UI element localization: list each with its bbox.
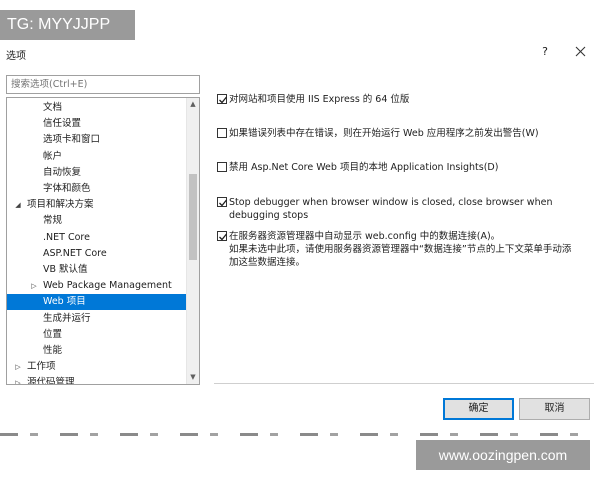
tree-item[interactable]: .NET Core — [7, 230, 187, 246]
tree-item-label: 生成并运行 — [43, 312, 91, 324]
expanded-arrow-icon[interactable]: ◢ — [13, 197, 23, 213]
ok-button[interactable]: 确定 — [443, 398, 514, 420]
option-label: Stop debugger when browser window is clo… — [229, 197, 553, 208]
tree-item[interactable]: 文档 — [7, 100, 187, 116]
checkbox-stop-debugger[interactable] — [217, 197, 228, 207]
option-label: 如果错误列表中存在错误，则在开始运行 Web 应用程序之前发出警告(W) — [229, 128, 539, 139]
tree-item[interactable]: ▷ 源代码管理 — [7, 375, 187, 384]
tree-item[interactable]: Web 项目 — [7, 294, 187, 311]
tree-item-label: Web Package Management — [43, 280, 172, 292]
tree-item[interactable]: ▷ 工作项 — [7, 359, 187, 375]
tree-item-label: .NET Core — [43, 231, 90, 243]
tree-item-label: Web 项目 — [43, 296, 86, 308]
tree-item-label: 帐户 — [43, 150, 63, 162]
footer-divider — [214, 383, 594, 384]
tree-item-label: VB 默认值 — [43, 264, 88, 275]
tree-item[interactable]: 信任设置 — [7, 116, 187, 132]
tree-item-label: 常规 — [43, 215, 63, 227]
tree-item-label: 自动恢复 — [43, 166, 82, 178]
checkbox-iis-express-64[interactable] — [217, 94, 228, 104]
checkmark-icon — [219, 233, 228, 241]
dialog-title: 选项 — [6, 51, 26, 62]
tree-item[interactable]: 位置 — [7, 327, 187, 343]
tree-item[interactable]: ◢ 项目和解决方案 — [7, 197, 187, 213]
tree-item-label: 工作项 — [27, 361, 56, 373]
title-bar: 选项 ? — [0, 44, 600, 64]
tree-item[interactable]: 帐户 — [7, 149, 187, 165]
tree-item-label: 位置 — [43, 328, 63, 340]
option-description-continued: 加这些数据连接。 — [229, 257, 306, 268]
option-label: 对网站和项目使用 IIS Express 的 64 位版 — [229, 94, 410, 105]
scroll-up-icon[interactable]: ▲ — [187, 98, 199, 111]
close-icon — [575, 46, 586, 57]
tree-item[interactable]: VB 默认值 — [7, 262, 187, 278]
checkmark-icon — [219, 96, 228, 104]
tree-item-label: ASP.NET Core — [43, 247, 107, 259]
tree-item[interactable]: 选项卡和窗口 — [7, 132, 187, 148]
tree-item-label: 选项卡和窗口 — [43, 134, 101, 146]
collapsed-arrow-icon[interactable]: ▷ — [13, 359, 23, 375]
tree-item-label: 源代码管理 — [27, 377, 75, 384]
scroll-thumb[interactable] — [189, 174, 197, 260]
collapsed-arrow-icon[interactable]: ▷ — [29, 278, 39, 294]
help-button[interactable]: ? — [538, 45, 552, 61]
scroll-down-icon[interactable]: ▼ — [187, 371, 199, 384]
option-label: 在服务器资源管理器中自动显示 web.config 中的数据连接(A)。 — [229, 231, 501, 242]
watermark-bottom: www.oozingpen.com — [416, 440, 590, 470]
tree-item-label: 性能 — [43, 345, 63, 356]
search-box[interactable] — [6, 75, 200, 94]
tree-item[interactable]: 字体和颜色 — [7, 181, 187, 197]
checkmark-icon — [219, 199, 228, 207]
cancel-button[interactable]: 取消 — [519, 398, 590, 420]
tree-item[interactable]: ▷ Web Package Management — [7, 278, 187, 294]
tree-item-label: 项目和解决方案 — [27, 199, 94, 211]
close-button[interactable] — [573, 44, 589, 60]
tree-item[interactable]: 生成并运行 — [7, 311, 187, 327]
checkbox-warn-errors[interactable] — [217, 128, 227, 138]
option-label-continued: debugging stops — [229, 210, 309, 221]
options-dialog: TG: MYYJJPP 选项 ? 文档信任设置选项卡和窗口帐户自动恢复字体和颜色… — [0, 0, 600, 436]
tree-item[interactable]: 自动恢复 — [7, 165, 187, 181]
checkbox-show-data-connections[interactable] — [217, 231, 228, 241]
tree-item-label: 文档 — [43, 102, 63, 113]
option-label: 禁用 Asp.Net Core Web 项目的本地 Application In… — [229, 162, 499, 173]
tree-item[interactable]: ASP.NET Core — [7, 246, 187, 262]
tree-item[interactable]: 常规 — [7, 213, 187, 229]
options-tree: 文档信任设置选项卡和窗口 帐户自动恢复字体和颜色 ◢ 项目和解决方案常规 .NET Co… — [6, 97, 200, 385]
tree-item-label: 信任设置 — [43, 118, 82, 130]
tree-scrollbar[interactable]: ▲ ▼ — [186, 98, 199, 384]
search-input[interactable] — [7, 76, 199, 93]
collapsed-arrow-icon[interactable]: ▷ — [13, 375, 23, 384]
watermark-top: TG: MYYJJPP — [0, 10, 135, 40]
option-description: 如果未选中此项，请使用服务器资源管理器中“数据连接”节点的上下文菜单手动添 — [229, 244, 572, 255]
tree-items: 文档信任设置选项卡和窗口 帐户自动恢复字体和颜色 ◢ 项目和解决方案常规 .NET Co… — [7, 98, 187, 384]
tree-item-label: 字体和颜色 — [43, 183, 91, 194]
tree-item[interactable]: 性能 — [7, 343, 187, 359]
checkbox-disable-app-insights[interactable] — [217, 162, 227, 172]
